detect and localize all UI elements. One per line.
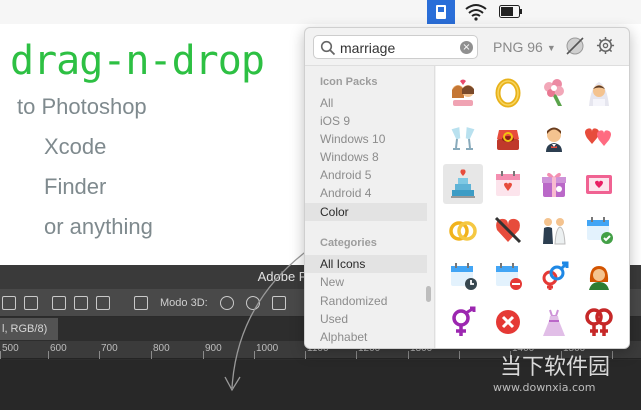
married-couple-icon[interactable]	[534, 210, 574, 250]
battery-icon[interactable]	[499, 5, 523, 18]
calendar-cancel-icon[interactable]	[488, 256, 528, 296]
ruler-label: 900	[205, 343, 222, 354]
groom-icon[interactable]	[534, 118, 574, 158]
gender-icon[interactable]	[534, 256, 574, 296]
sidebar-item-android4[interactable]: Android 4	[320, 184, 371, 202]
category-alphabet[interactable]: Alphabet	[320, 328, 367, 346]
sidebar-item-android5[interactable]: Android 5	[320, 166, 371, 184]
sidebar-item-ios9[interactable]: iOS 9	[320, 112, 350, 130]
category-randomized[interactable]: Randomized	[320, 292, 387, 310]
watermark: 当下软件园 www.downxia.com	[463, 345, 641, 400]
sidebar: Icon Packs All iOS 9 Windows 10 Windows …	[305, 66, 435, 348]
background-toggle-icon[interactable]	[565, 36, 585, 56]
chevron-down-icon: ▼	[546, 43, 556, 54]
two-rings-icon[interactable]	[443, 210, 483, 250]
distribute-left-icon[interactable]	[52, 296, 66, 310]
search-icon	[320, 40, 336, 56]
app-icon[interactable]	[427, 0, 455, 24]
two-hearts-icon[interactable]	[579, 118, 619, 158]
distribute-center-icon[interactable]	[74, 296, 88, 310]
sidebar-item-all[interactable]: All	[320, 94, 333, 112]
venus-mars-icon[interactable]	[443, 302, 483, 342]
menu-bar	[0, 0, 641, 24]
bouquet-icon[interactable]	[534, 72, 574, 112]
wedding-dress-icon[interactable]	[534, 302, 574, 342]
bride-icon[interactable]	[579, 72, 619, 112]
gift-icon[interactable]	[534, 164, 574, 204]
format-label: PNG 96	[493, 39, 543, 55]
woman-icon[interactable]	[579, 256, 619, 296]
gear-icon[interactable]	[596, 36, 615, 55]
orbit-3d-icon[interactable]	[220, 296, 234, 310]
sidebar-scrollbar[interactable]	[426, 286, 431, 302]
category-new[interactable]: New	[320, 273, 344, 291]
wedding-ring-icon[interactable]	[488, 72, 528, 112]
search-input[interactable]	[340, 38, 458, 57]
sidebar-item-windows8[interactable]: Windows 8	[320, 148, 379, 166]
clear-search-icon[interactable]: ×	[460, 41, 473, 54]
category-used[interactable]: Used	[320, 310, 348, 328]
tagline-anything: or anything	[44, 214, 153, 239]
calendar-clock-icon[interactable]	[443, 256, 483, 296]
search-box[interactable]: ×	[313, 35, 478, 59]
align-middle-icon[interactable]	[24, 296, 38, 310]
broken-heart-icon[interactable]	[488, 210, 528, 250]
icon-grid	[436, 66, 629, 348]
ruler-label: 500	[2, 343, 19, 354]
sidebar-item-color[interactable]: Color	[305, 203, 427, 221]
wedding-couple-icon[interactable]	[443, 72, 483, 112]
ring-box-icon[interactable]	[488, 118, 528, 158]
categories-heading: Categories	[320, 237, 377, 249]
ruler-label: 1000	[256, 343, 279, 354]
tagline-xcode: Xcode	[44, 134, 107, 159]
wedding-day-calendar-icon[interactable]	[488, 164, 528, 204]
champagne-icon[interactable]	[443, 118, 483, 158]
sidebar-item-windows10[interactable]: Windows 10	[320, 130, 385, 148]
icon-popover: × PNG 96▼ Icon Packs All iOS 9 Windows 1…	[304, 27, 630, 349]
drag-3d-icon[interactable]	[272, 296, 286, 310]
wedding-cake-icon[interactable]	[443, 164, 483, 204]
mode-3d-label: Modo 3D:	[160, 297, 208, 309]
icon-packs-heading: Icon Packs	[320, 76, 378, 88]
wifi-icon[interactable]	[464, 3, 488, 21]
tagline-photoshop: to Photoshop	[17, 94, 147, 119]
format-select[interactable]: PNG 96 ▼	[493, 37, 556, 57]
category-all-icons[interactable]: All Icons	[305, 255, 427, 273]
roll-3d-icon[interactable]	[246, 296, 260, 310]
ruler-label: 700	[101, 343, 118, 354]
calendar-check-icon[interactable]	[579, 210, 619, 250]
distribute-right-icon[interactable]	[96, 296, 110, 310]
lesbian-icon[interactable]	[579, 302, 619, 342]
cancel-icon[interactable]	[488, 302, 528, 342]
document-tab[interactable]: l, RGB/8)	[0, 318, 58, 340]
auto-align-icon[interactable]	[134, 296, 148, 310]
ruler-label: 800	[153, 343, 170, 354]
tagline-finder: Finder	[44, 174, 107, 199]
watermark-url: www.downxia.com	[493, 381, 596, 394]
align-top-icon[interactable]	[2, 296, 16, 310]
headline: drag-n-drop	[10, 38, 265, 84]
watermark-text: 当下软件园	[500, 355, 611, 380]
love-letter-icon[interactable]	[579, 164, 619, 204]
ruler-label: 600	[50, 343, 67, 354]
